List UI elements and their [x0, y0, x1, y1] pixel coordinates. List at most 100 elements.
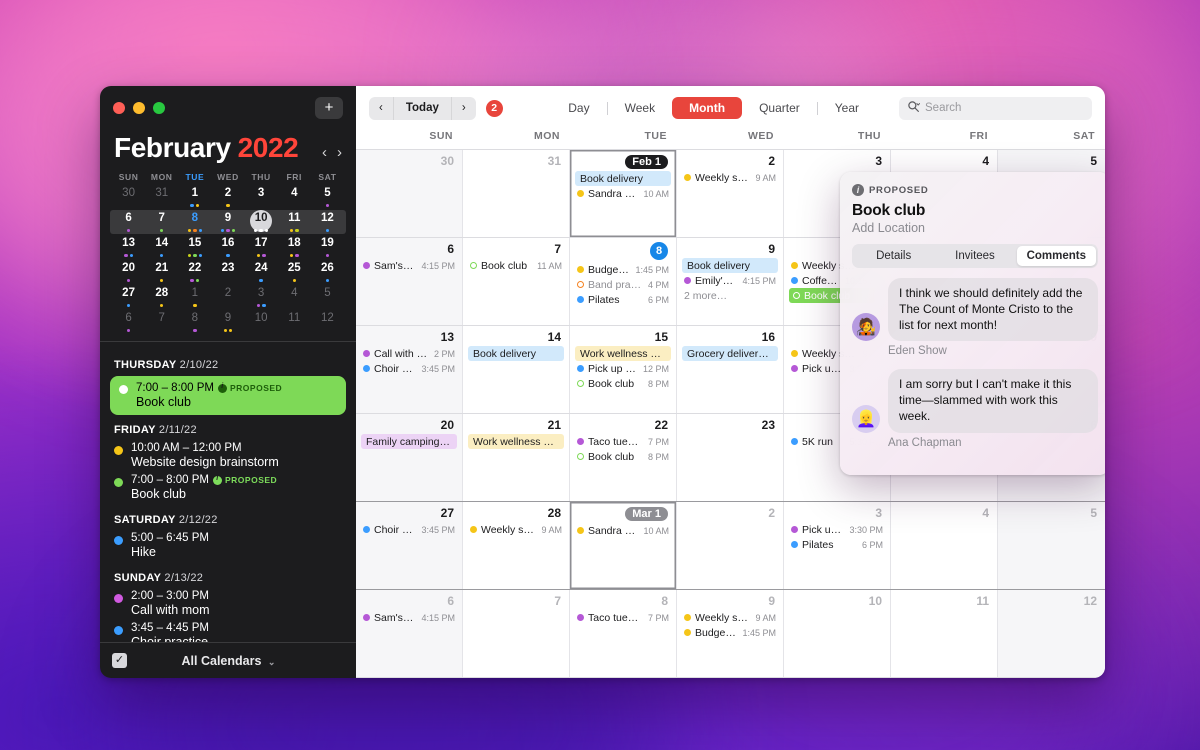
mini-day-12[interactable]: 12: [311, 310, 344, 335]
calendar-day-cell[interactable]: 8 Taco tuesday 7 PM: [570, 590, 677, 677]
close-button-icon[interactable]: [113, 102, 125, 114]
mini-calendar-prev-icon[interactable]: ‹: [322, 144, 327, 161]
calendar-day-cell[interactable]: 16 Grocery delivery…: [677, 326, 784, 413]
agenda-event-item[interactable]: 2:00 – 3:00 PM Call with mom: [114, 589, 342, 621]
calendar-event-item[interactable]: Emily's te… 4:15 PM: [682, 273, 778, 288]
calendar-event-item[interactable]: Taco tuesday 7 PM: [575, 434, 671, 449]
calendar-event-item[interactable]: Pilates 6 PM: [789, 537, 885, 552]
view-button-year[interactable]: Year: [818, 97, 876, 119]
mini-day-25[interactable]: 25: [278, 260, 311, 285]
calendar-event-item[interactable]: Sandra 1:1 10 AM: [575, 523, 671, 538]
mini-day-7[interactable]: 7: [145, 310, 178, 335]
calendar-day-cell[interactable]: 15 Work wellness day Pick up lun… 12 PM Book…: [570, 326, 677, 413]
calendar-event-item[interactable]: Taco tuesday 7 PM: [575, 610, 671, 625]
calendar-event-item[interactable]: Sam's gu… 4:15 PM: [361, 610, 457, 625]
mini-day-16[interactable]: 16: [211, 235, 244, 260]
mini-day-9[interactable]: 9: [211, 310, 244, 335]
mini-day-15[interactable]: 15: [178, 235, 211, 260]
calendar-event-item[interactable]: Book club 11 AM: [468, 258, 564, 273]
search-box[interactable]: [899, 96, 1092, 120]
popover-tab-invitees[interactable]: Invitees: [935, 246, 1014, 266]
mini-day-10[interactable]: 10: [245, 310, 278, 335]
mini-day-1[interactable]: 1: [178, 285, 211, 310]
calendar-day-cell[interactable]: 11: [891, 590, 998, 677]
mini-day-2[interactable]: 2: [211, 285, 244, 310]
mini-day-30[interactable]: 30: [112, 185, 145, 210]
mini-day-19[interactable]: 19: [311, 235, 344, 260]
mini-day-28[interactable]: 28: [145, 285, 178, 310]
calendar-event-item[interactable]: Budget… 1:45 PM: [682, 625, 778, 640]
calendar-day-cell[interactable]: 21 Work wellness day: [463, 414, 570, 501]
mini-day-17[interactable]: 17: [245, 235, 278, 260]
view-button-week[interactable]: Week: [608, 97, 672, 119]
calendar-day-cell[interactable]: 4: [891, 502, 998, 589]
calendar-event-item[interactable]: Pilates 6 PM: [575, 292, 671, 307]
calendar-event-item[interactable]: Book club 8 PM: [575, 449, 671, 464]
mini-day-11[interactable]: 11: [278, 210, 311, 235]
notification-badge[interactable]: 2: [485, 99, 503, 117]
mini-day-6[interactable]: 6: [112, 310, 145, 335]
calendar-more-events-link[interactable]: 2 more…: [682, 288, 778, 303]
mini-day-27[interactable]: 27: [112, 285, 145, 310]
agenda-event-item[interactable]: 10:00 AM – 12:00 PM Website design brains…: [114, 441, 342, 473]
view-button-month[interactable]: Month: [672, 97, 743, 119]
mini-day-11[interactable]: 11: [278, 310, 311, 335]
mini-day-13[interactable]: 13: [112, 235, 145, 260]
calendar-event-banner[interactable]: Grocery delivery…: [682, 346, 778, 361]
mini-day-4[interactable]: 4: [278, 185, 311, 210]
calendar-event-item[interactable]: Call with mo… 2 PM: [361, 346, 457, 361]
calendar-day-cell[interactable]: 31: [463, 150, 570, 237]
mini-day-3[interactable]: 3: [245, 285, 278, 310]
calendar-day-cell[interactable]: 9 Weekly stat… 9 AM Budget… 1:45 PM: [677, 590, 784, 677]
mini-day-6[interactable]: 6: [112, 210, 145, 235]
all-calendars-checkbox[interactable]: ✓: [112, 653, 127, 668]
calendar-day-cell[interactable]: 10: [784, 590, 891, 677]
popover-tab-details[interactable]: Details: [854, 246, 933, 266]
today-button[interactable]: Today: [392, 96, 452, 120]
calendar-day-cell[interactable]: 3 Pick up… 3:30 PM Pilates 6 PM: [784, 502, 891, 589]
calendar-event-item[interactable]: Pick up lun… 12 PM: [575, 361, 671, 376]
calendar-event-banner[interactable]: Book delivery: [682, 258, 778, 273]
view-button-quarter[interactable]: Quarter: [742, 97, 817, 119]
calendar-day-cell[interactable]: 6 Sam's gu… 4:15 PM: [356, 238, 463, 325]
calendar-event-item[interactable]: Choir pra… 3:45 PM: [361, 522, 457, 537]
mini-day-2[interactable]: 2: [211, 185, 244, 210]
calendar-day-cell[interactable]: 14 Book delivery: [463, 326, 570, 413]
mini-day-8[interactable]: 8: [178, 310, 211, 335]
mini-day-7[interactable]: 7: [145, 210, 178, 235]
calendar-day-cell[interactable]: 22 Taco tuesday 7 PM Book club 8 PM: [570, 414, 677, 501]
search-input[interactable]: [925, 102, 1084, 114]
mini-day-8[interactable]: 8: [178, 210, 211, 235]
mini-day-31[interactable]: 31: [145, 185, 178, 210]
mini-day-21[interactable]: 21: [145, 260, 178, 285]
mini-day-26[interactable]: 26: [311, 260, 344, 285]
calendar-event-banner[interactable]: Family camping…: [361, 434, 457, 449]
calendar-event-item[interactable]: Sam's gu… 4:15 PM: [361, 258, 457, 273]
mini-day-10[interactable]: 10: [245, 210, 278, 235]
calendar-day-cell[interactable]: 13 Call with mo… 2 PM Choir pra… 3:45 PM: [356, 326, 463, 413]
mini-day-14[interactable]: 14: [145, 235, 178, 260]
calendar-event-item[interactable]: Choir pra… 3:45 PM: [361, 361, 457, 376]
mini-day-23[interactable]: 23: [211, 260, 244, 285]
calendar-event-item[interactable]: Weekly stat… 9 AM: [468, 522, 564, 537]
calendar-day-cell[interactable]: 28 Weekly stat… 9 AM: [463, 502, 570, 589]
calendar-day-cell[interactable]: 27 Choir pra… 3:45 PM: [356, 502, 463, 589]
mini-day-5[interactable]: 5: [311, 185, 344, 210]
calendar-event-banner[interactable]: Book delivery: [468, 346, 564, 361]
view-button-day[interactable]: Day: [551, 97, 606, 119]
agenda-event-item[interactable]: 7:00 – 8:00 PM PROPOSED Book club: [114, 473, 342, 505]
mini-day-12[interactable]: 12: [311, 210, 344, 235]
calendar-event-item[interactable]: Band practi… 4 PM: [575, 277, 671, 292]
mini-day-20[interactable]: 20: [112, 260, 145, 285]
calendar-day-cell[interactable]: 8 Budget m… 1:45 PM Band practi… 4 PM Pilates…: [570, 238, 677, 325]
calendar-day-cell[interactable]: 30: [356, 150, 463, 237]
calendar-event-item[interactable]: Book club 8 PM: [575, 376, 671, 391]
calendar-event-banner[interactable]: Book delivery: [575, 171, 671, 186]
all-calendars-dropdown[interactable]: All Calendars ⌄: [135, 654, 322, 668]
popover-location-field[interactable]: Add Location: [852, 221, 1098, 235]
calendar-day-cell[interactable]: 6 Sam's gu… 4:15 PM: [356, 590, 463, 677]
agenda-event-item[interactable]: 7:00 – 8:00 PM PROPOSED Book club: [110, 376, 346, 415]
calendar-day-cell[interactable]: Feb 1 Book delivery Sandra 1:1 10 AM: [570, 150, 677, 237]
mini-day-24[interactable]: 24: [245, 260, 278, 285]
calendar-event-item[interactable]: Budget m… 1:45 PM: [575, 262, 671, 277]
